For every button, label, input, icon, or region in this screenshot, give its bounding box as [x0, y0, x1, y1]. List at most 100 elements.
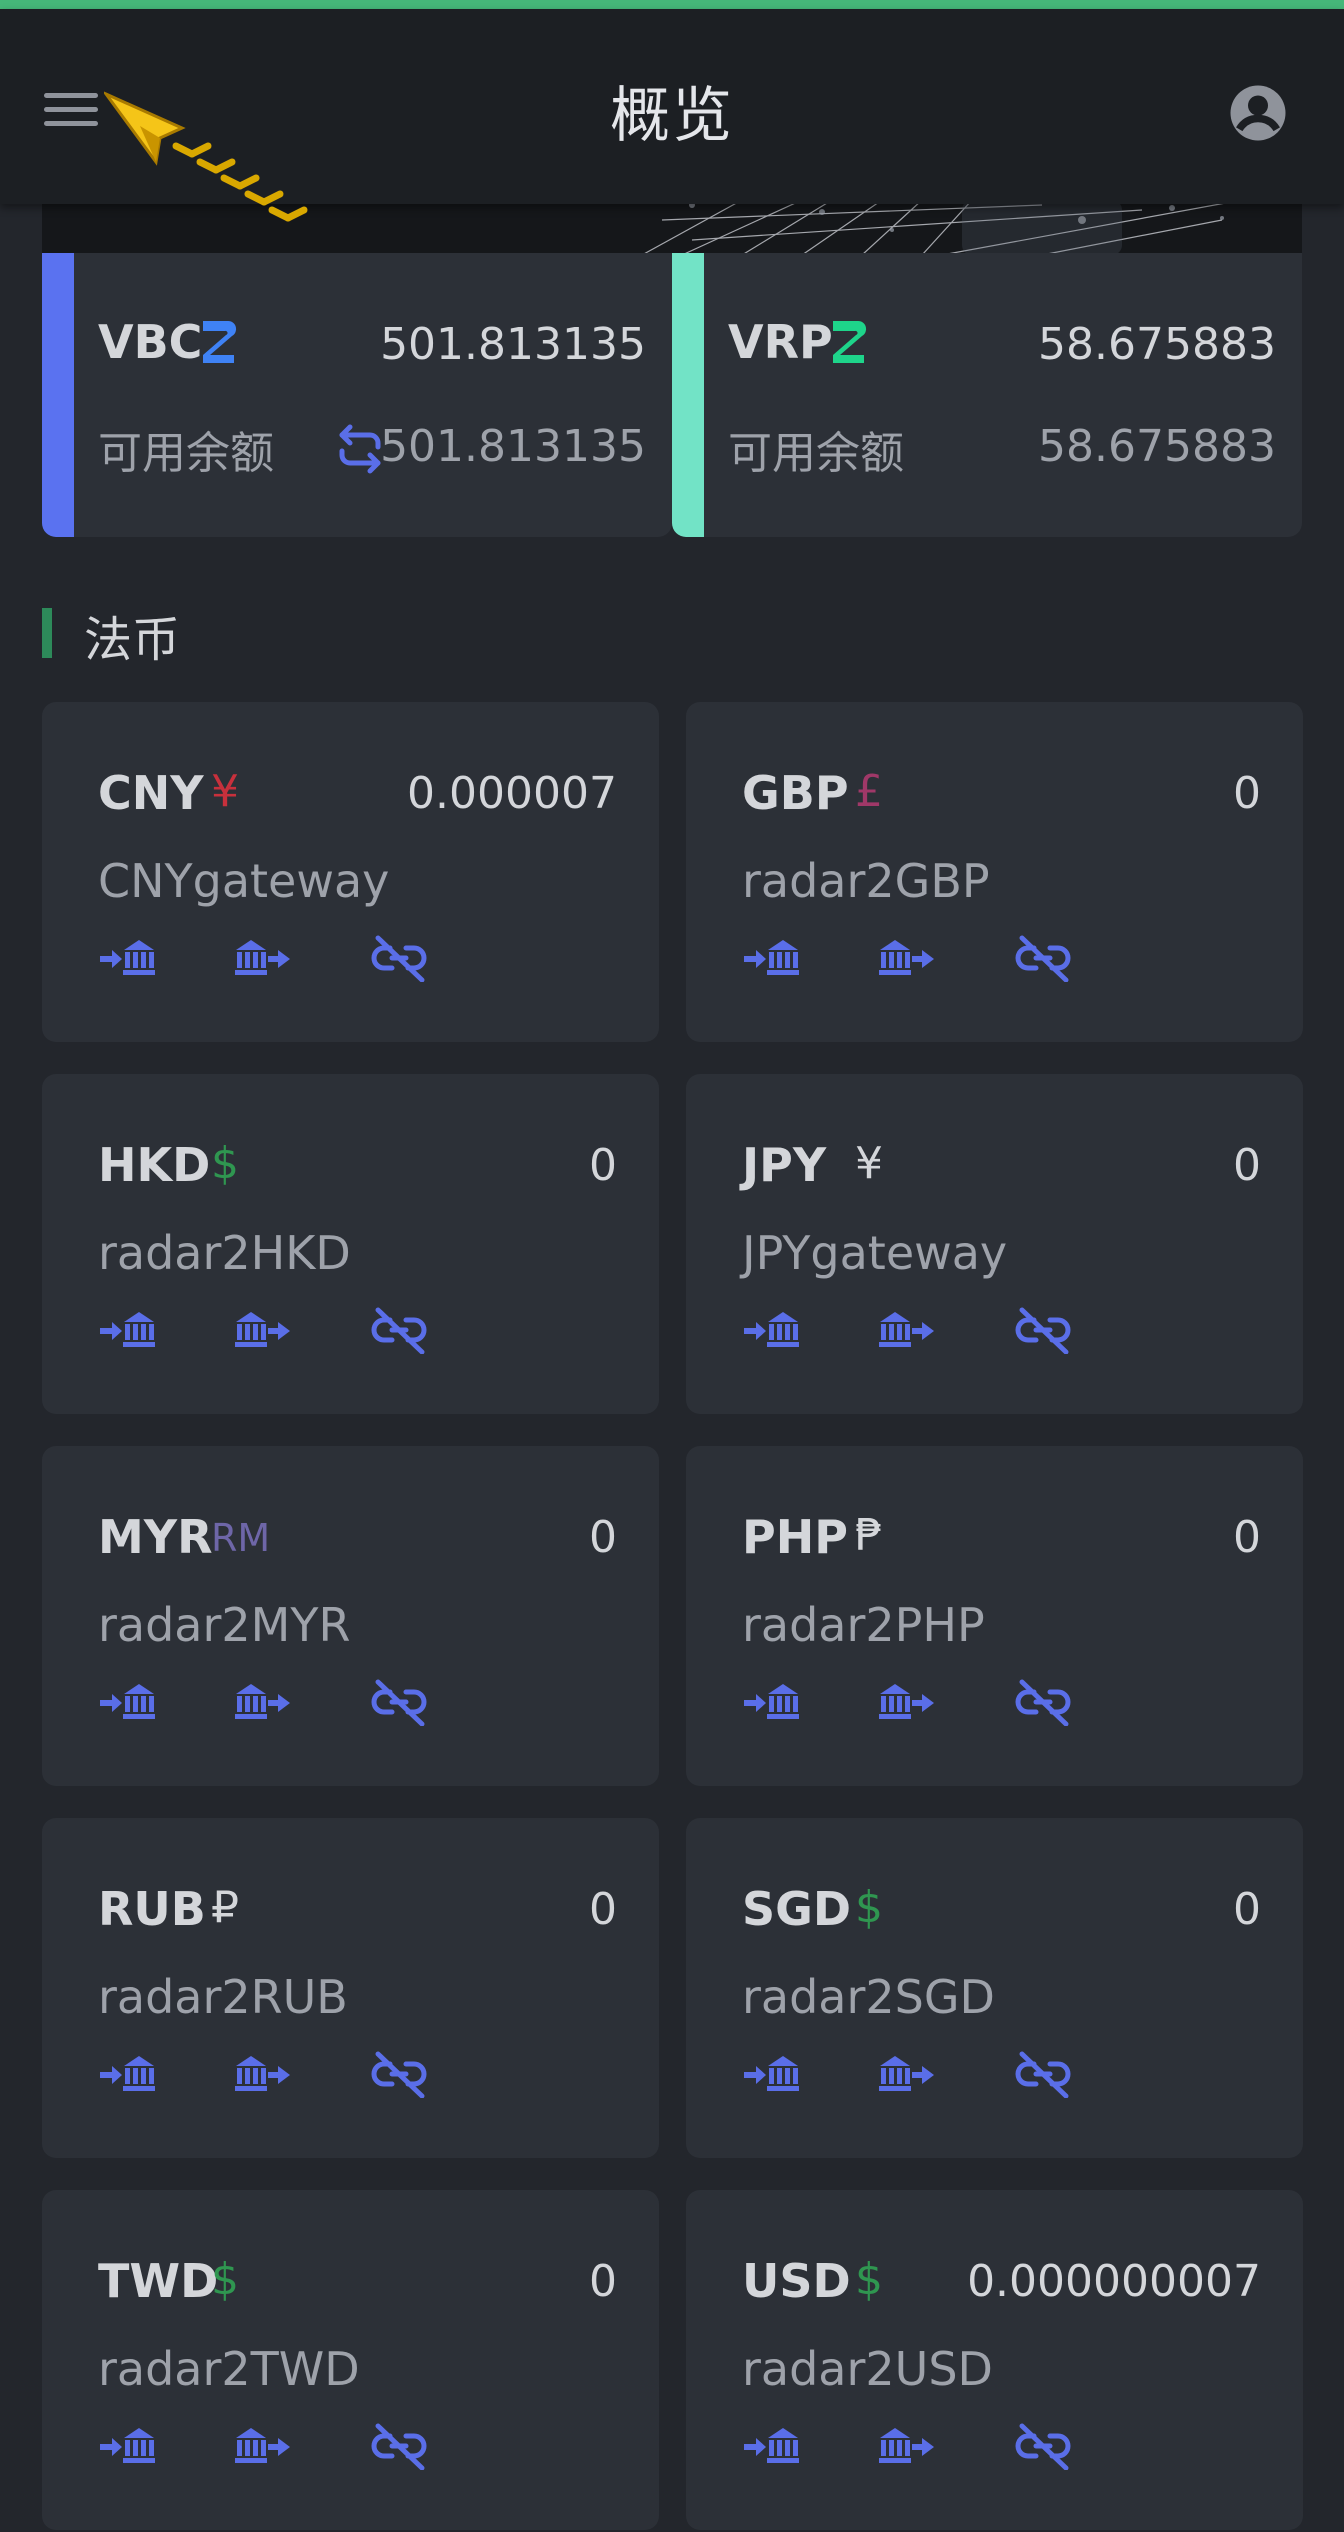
currency-balance: 0.000000007	[967, 2256, 1261, 2307]
account-circle-icon[interactable]	[1228, 83, 1288, 143]
unlink-icon[interactable]	[1014, 1306, 1072, 1355]
gateway-name: radar2RUB	[98, 1970, 348, 2024]
currency-balance: 0	[1233, 1512, 1261, 1563]
token-balance: 58.675883	[1038, 319, 1276, 370]
gateway-name: radar2HKD	[98, 1226, 351, 1280]
deposit-bank-icon[interactable]	[98, 1678, 156, 1726]
withdraw-bank-icon[interactable]	[878, 1306, 936, 1354]
withdraw-bank-icon[interactable]	[878, 934, 936, 982]
radar-logo-icon	[203, 320, 237, 363]
withdraw-bank-icon[interactable]	[234, 2050, 292, 2098]
currency-balance: 0	[589, 1512, 617, 1563]
pointer-cursor-icon	[104, 91, 308, 222]
gateway-name: radar2MYR	[98, 1598, 351, 1652]
fiat-card-cny[interactable]: CNY ¥0.000007 CNYgateway	[42, 702, 659, 1042]
currency-symbol: ¥	[855, 1138, 883, 1189]
unlink-icon[interactable]	[370, 934, 428, 983]
withdraw-bank-icon[interactable]	[878, 2050, 936, 2098]
token-code: VRP	[728, 315, 833, 369]
available-balance-value: 501.813135	[380, 421, 646, 472]
unlink-icon[interactable]	[1014, 2050, 1072, 2099]
unlink-icon[interactable]	[370, 2050, 428, 2099]
deposit-bank-icon[interactable]	[742, 1678, 800, 1726]
top-accent-line	[0, 0, 1344, 9]
gateway-name: JPYgateway	[742, 1226, 1008, 1280]
currency-code: HKD	[98, 1138, 211, 1192]
fiat-card-rub[interactable]: RUB ₽0 radar2RUB	[42, 1818, 659, 2158]
currency-symbol: RM	[211, 1516, 271, 1560]
fiat-card-hkd[interactable]: HKD $0 radar2HKD	[42, 1074, 659, 1414]
currency-symbol: £	[855, 766, 883, 817]
section-title: 法币	[84, 612, 181, 668]
unlink-icon[interactable]	[370, 2422, 428, 2471]
fiat-card-sgd[interactable]: SGD $0 radar2SGD	[686, 1818, 1303, 2158]
fiat-card-jpy[interactable]: JPY ¥0 JPYgateway	[686, 1074, 1303, 1414]
fiat-card-myr[interactable]: MYR RM 0 radar2MYR	[42, 1446, 659, 1786]
swap-icon[interactable]	[336, 423, 384, 475]
withdraw-bank-icon[interactable]	[234, 1306, 292, 1354]
currency-code: MYR	[98, 1510, 213, 1564]
token-stripe	[42, 253, 74, 537]
currency-symbol: ₱	[855, 1510, 883, 1561]
currency-code: USD	[742, 2254, 851, 2308]
currency-code: SGD	[742, 1882, 852, 1936]
deposit-bank-icon[interactable]	[98, 2050, 156, 2098]
currency-balance: 0.000007	[407, 768, 617, 819]
withdraw-bank-icon[interactable]	[878, 2422, 936, 2470]
currency-balance: 0	[589, 1884, 617, 1935]
currency-balance: 0	[589, 1140, 617, 1191]
section-marker	[42, 608, 52, 658]
available-balance-label: 可用余额	[98, 428, 274, 479]
gateway-name: radar2TWD	[98, 2342, 360, 2396]
currency-code: TWD	[98, 2254, 219, 2308]
gateway-name: radar2USD	[742, 2342, 993, 2396]
currency-symbol: $	[855, 1882, 883, 1933]
gateway-name: radar2SGD	[742, 1970, 995, 2024]
deposit-bank-icon[interactable]	[742, 2050, 800, 2098]
currency-code: CNY	[98, 766, 204, 820]
deposit-bank-icon[interactable]	[98, 2422, 156, 2470]
unlink-icon[interactable]	[1014, 1678, 1072, 1727]
available-balance-value: 58.675883	[1038, 421, 1276, 472]
token-card-vbc[interactable]: VBC 501.813135 可用余额 501.813135	[42, 253, 672, 537]
unlink-icon[interactable]	[1014, 2422, 1072, 2471]
unlink-icon[interactable]	[1014, 934, 1072, 983]
token-balance: 501.813135	[380, 319, 646, 370]
currency-balance: 0	[589, 2256, 617, 2307]
deposit-bank-icon[interactable]	[98, 934, 156, 982]
deposit-bank-icon[interactable]	[742, 934, 800, 982]
radar-logo-icon	[833, 320, 867, 363]
currency-code: JPY	[742, 1138, 827, 1192]
currency-symbol: $	[211, 1138, 239, 1189]
fiat-card-usd[interactable]: USD $0.000000007 radar2USD	[686, 2190, 1303, 2530]
fiat-card-twd[interactable]: TWD $0 radar2TWD	[42, 2190, 659, 2530]
available-balance-label: 可用余额	[728, 428, 904, 479]
withdraw-bank-icon[interactable]	[878, 1678, 936, 1726]
currency-symbol: ¥	[211, 766, 239, 817]
currency-balance: 0	[1233, 1884, 1261, 1935]
fiat-card-php[interactable]: PHP ₱ 0 radar2PHP	[686, 1446, 1303, 1786]
withdraw-bank-icon[interactable]	[234, 934, 292, 982]
deposit-bank-icon[interactable]	[742, 1306, 800, 1354]
currency-code: GBP	[742, 766, 849, 820]
deposit-bank-icon[interactable]	[98, 1306, 156, 1354]
withdraw-bank-icon[interactable]	[234, 2422, 292, 2470]
gateway-name: CNYgateway	[98, 854, 390, 908]
currency-symbol: $	[855, 2254, 883, 2305]
currency-balance: 0	[1233, 768, 1261, 819]
currency-code: PHP	[742, 1510, 848, 1564]
withdraw-bank-icon[interactable]	[234, 1678, 292, 1726]
gateway-name: radar2GBP	[742, 854, 990, 908]
token-stripe	[672, 253, 704, 537]
currency-balance: 0	[1233, 1140, 1261, 1191]
currency-symbol: $	[211, 2254, 239, 2305]
gateway-name: radar2PHP	[742, 1598, 985, 1652]
unlink-icon[interactable]	[370, 1306, 428, 1355]
deposit-bank-icon[interactable]	[742, 2422, 800, 2470]
currency-symbol: ₽	[211, 1882, 239, 1933]
currency-code: RUB	[98, 1882, 206, 1936]
unlink-icon[interactable]	[370, 1678, 428, 1727]
token-code: VBC	[98, 315, 203, 369]
fiat-card-gbp[interactable]: GBP £0 radar2GBP	[686, 702, 1303, 1042]
token-card-vrp[interactable]: VRP 58.675883 可用余额 58.675883	[672, 253, 1302, 537]
